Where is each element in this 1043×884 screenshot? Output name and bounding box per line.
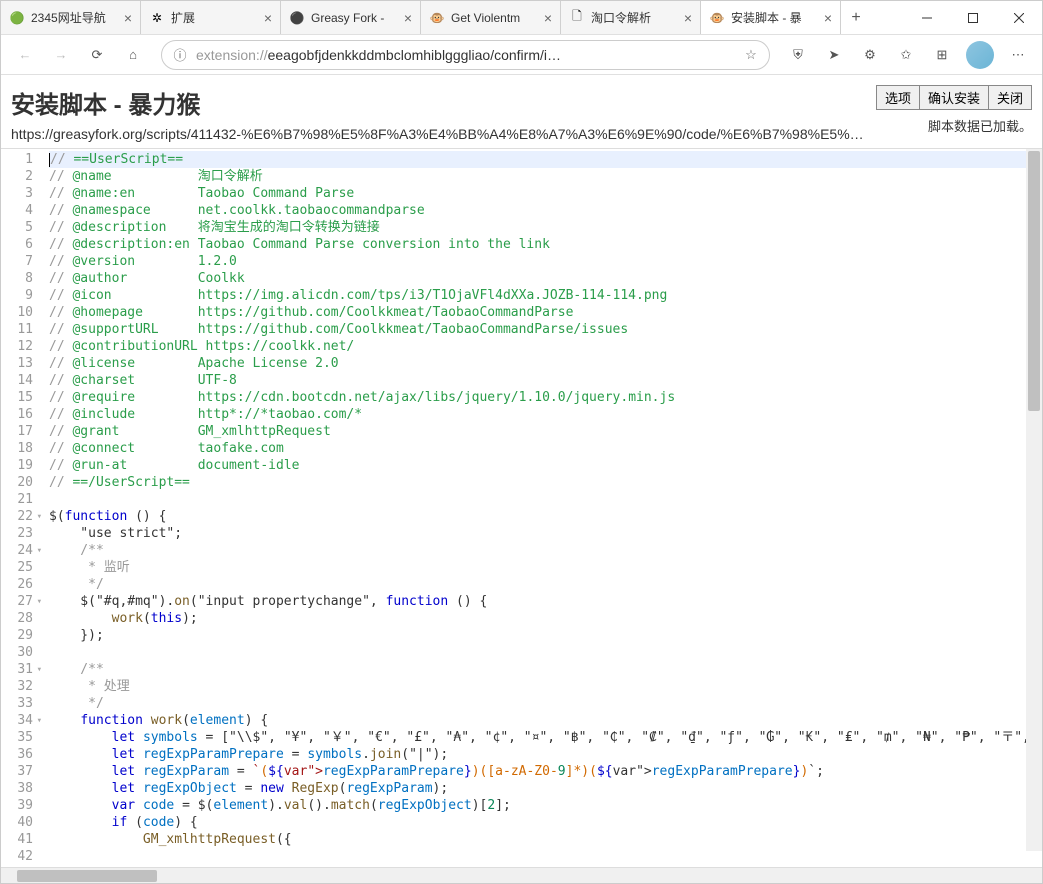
- url-text: extension://eeagobfjdenkkddmbclomhiblggg…: [196, 47, 735, 63]
- close-button[interactable]: [996, 1, 1042, 34]
- scrollbar-thumb[interactable]: [1028, 151, 1040, 411]
- window-controls: [904, 1, 1042, 34]
- page-icon: 🗋: [569, 10, 585, 26]
- code-editor: 1234567891011121314151617181920212223242…: [1, 148, 1042, 867]
- extensions-icon: ✲: [149, 10, 165, 26]
- new-tab-button[interactable]: +: [841, 1, 871, 34]
- close-icon[interactable]: ×: [820, 10, 836, 26]
- code-area[interactable]: // ==UserScript==// @name 淘口令解析// @name:…: [39, 149, 1042, 867]
- line-gutter: 1234567891011121314151617181920212223242…: [1, 149, 39, 867]
- confirm-install-button[interactable]: 确认安装: [919, 85, 989, 110]
- violentmonkey-icon: 🐵: [429, 10, 445, 26]
- close-icon[interactable]: ×: [400, 10, 416, 26]
- back-button[interactable]: ←: [9, 39, 41, 71]
- close-icon[interactable]: ×: [540, 10, 556, 26]
- home-button[interactable]: ⌂: [117, 39, 149, 71]
- favorite-icon[interactable]: ☆: [743, 47, 759, 63]
- scrollbar-thumb[interactable]: [17, 870, 157, 882]
- page-title: 安装脚本 - 暴力猴: [11, 85, 865, 120]
- tab-2[interactable]: ⚫Greasy Fork -×: [281, 1, 421, 34]
- horizontal-scrollbar[interactable]: [1, 867, 1042, 883]
- options-button[interactable]: 选项: [876, 85, 920, 110]
- gear-icon[interactable]: ⚙: [854, 39, 886, 71]
- tab-1[interactable]: ✲扩展×: [141, 1, 281, 34]
- close-icon[interactable]: ×: [260, 10, 276, 26]
- refresh-button[interactable]: ⟳: [81, 39, 113, 71]
- vertical-scrollbar[interactable]: [1026, 149, 1042, 851]
- close-icon[interactable]: ×: [120, 10, 136, 26]
- titlebar: 🟢2345网址导航× ✲扩展× ⚫Greasy Fork -× 🐵Get Vio…: [1, 1, 1042, 35]
- forward-button[interactable]: →: [45, 39, 77, 71]
- profile-avatar[interactable]: [966, 41, 994, 69]
- greasyfork-icon: ⚫: [289, 10, 305, 26]
- page-content: 安装脚本 - 暴力猴 https://greasyfork.org/script…: [1, 75, 1042, 883]
- tab-5[interactable]: 🐵安装脚本 - 暴×: [701, 1, 841, 34]
- shield-icon[interactable]: ⛨: [782, 39, 814, 71]
- tab-3[interactable]: 🐵Get Violentm×: [421, 1, 561, 34]
- close-icon[interactable]: ×: [680, 10, 696, 26]
- toolbar: ← → ⟳ ⌂ ⓘ extension://eeagobfjdenkkddmbc…: [1, 35, 1042, 75]
- minimize-button[interactable]: [904, 1, 950, 34]
- cursor-icon[interactable]: ➤: [818, 39, 850, 71]
- tab-0[interactable]: 🟢2345网址导航×: [1, 1, 141, 34]
- violentmonkey-icon: 🐵: [709, 10, 725, 26]
- tab-4[interactable]: 🗋淘口令解析×: [561, 1, 701, 34]
- menu-icon[interactable]: ⋯: [1002, 39, 1034, 71]
- favorites-icon[interactable]: ✩: [890, 39, 922, 71]
- address-bar[interactable]: ⓘ extension://eeagobfjdenkkddmbclomhiblg…: [161, 40, 770, 70]
- collections-icon[interactable]: ⊞: [926, 39, 958, 71]
- site-icon: 🟢: [9, 10, 25, 26]
- browser-window: 🟢2345网址导航× ✲扩展× ⚫Greasy Fork -× 🐵Get Vio…: [0, 0, 1043, 884]
- close-panel-button[interactable]: 关闭: [988, 85, 1032, 110]
- script-url: https://greasyfork.org/scripts/411432-%E…: [11, 126, 865, 142]
- tab-strip: 🟢2345网址导航× ✲扩展× ⚫Greasy Fork -× 🐵Get Vio…: [1, 1, 904, 34]
- action-buttons: 选项 确认安装 关闭: [877, 85, 1032, 110]
- extension-header: 安装脚本 - 暴力猴 https://greasyfork.org/script…: [1, 75, 1042, 148]
- load-status: 脚本数据已加载。: [928, 116, 1032, 135]
- info-icon[interactable]: ⓘ: [172, 47, 188, 63]
- maximize-button[interactable]: [950, 1, 996, 34]
